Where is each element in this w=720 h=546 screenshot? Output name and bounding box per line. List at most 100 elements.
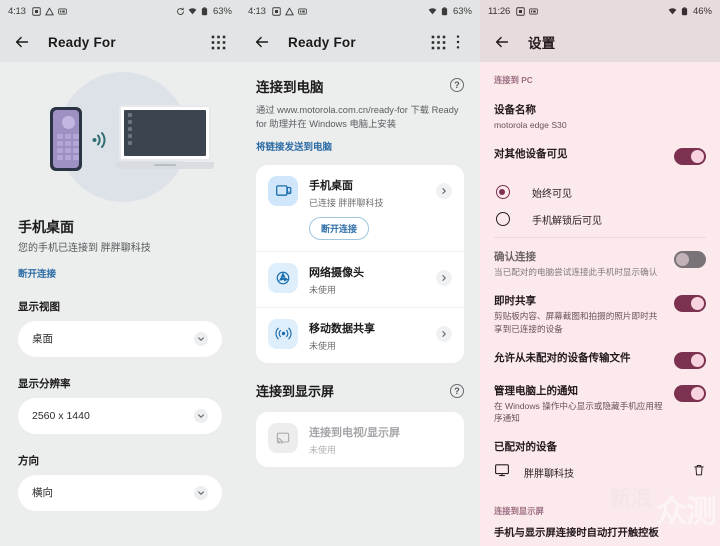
sim-icon [516, 6, 525, 16]
manage-notifications-toggle[interactable] [674, 384, 706, 402]
disconnect-link[interactable]: 断开连接 [18, 266, 222, 280]
webcam-subtitle: 未使用 [309, 284, 337, 295]
settings-content: 连接到 PC 设备名称 motorola edge S30 对其他设备可见 始终… [480, 62, 720, 542]
sync-icon [177, 7, 184, 15]
connect-tv-text: 连接到电视/显示屏 未使用 [309, 423, 452, 456]
left-subtitle: 您的手机已连接到 胖胖聊科技 [18, 243, 151, 254]
radio-option-always-visible[interactable]: 始终可见 [494, 179, 706, 206]
allow-unpaired-text: 允许从未配对的设备传输文件 [494, 350, 674, 365]
display-section-title: 连接到显示屏 [256, 383, 335, 399]
send-link-to-pc-link[interactable]: 将链接发送到电脑 [256, 139, 464, 153]
page-title: Ready For [288, 34, 356, 50]
radio-selected-icon [496, 185, 510, 200]
display-resolution-label: 显示分辨率 [18, 377, 71, 390]
chevron-right-icon [436, 325, 452, 342]
monitor-icon [494, 462, 510, 483]
instant-share-text: 即时共享 剪贴板内容、屏幕截图和拍摄的照片即时共享到已连接的设备 [494, 293, 674, 336]
pc-section-description: 通过 www.motorola.com.cn/ready-for 下载 Read… [256, 105, 459, 130]
scan-code-icon[interactable] [208, 32, 228, 52]
list-item-phone-desktop[interactable]: 手机桌面 已连接 胖胖聊科技 断开连接 [256, 165, 464, 251]
radio-label-visible-after-unlock: 手机解锁后可见 [532, 215, 602, 227]
visibility-text: 对其他设备可见 [494, 146, 674, 161]
display-connection-card: 连接到电视/显示屏 未使用 [256, 411, 464, 467]
list-item-connect-tv[interactable]: 连接到电视/显示屏 未使用 [256, 412, 464, 467]
connect-tv-title: 连接到电视/显示屏 [309, 426, 401, 439]
setting-auto-open-touchpad[interactable]: 手机与显示屏连接时自动打开触控板 [494, 526, 706, 542]
setting-visible-to-others[interactable]: 对其他设备可见 [494, 139, 706, 172]
confirm-connection-toggle[interactable] [674, 250, 706, 268]
right-app-bar: 设置 [480, 22, 720, 62]
webcam-title: 网络摄像头 [309, 266, 364, 279]
setting-manage-pc-notifications[interactable]: 管理电脑上的通知 在 Windows 操作中心显示或隐藏手机应用程序通知 [494, 376, 706, 433]
right-status-bar: 11:26 46% [480, 0, 720, 22]
setting-confirm-connection[interactable]: 确认连接 当已配对的电脑尝试连接此手机时显示确认 [494, 242, 706, 286]
list-item-webcam[interactable]: 网络摄像头 未使用 [256, 250, 464, 307]
manage-notifications-desc: 在 Windows 操作中心显示或隐藏手机应用程序通知 [494, 400, 663, 424]
left-phone-screen: 4:13 63% Ready For 手机桌面 您的手机已连接到 胖胖聊科技 断… [0, 0, 240, 546]
orientation-select[interactable]: 横向 [18, 474, 222, 511]
status-time: 4:13 [248, 5, 266, 17]
middle-phone-screen: 4:13 63% Ready For 连接到电脑 ? 通过 www.motoro… [240, 0, 480, 546]
cast-icon [268, 422, 298, 453]
illustration-content [20, 85, 220, 195]
allow-unpaired-toggle[interactable] [674, 351, 706, 369]
orientation-value: 横向 [32, 487, 53, 499]
visibility-options: 始终可见 手机解锁后可见 [494, 179, 706, 233]
battery-percent: 46% [692, 5, 712, 17]
battery-icon [441, 6, 448, 15]
instant-share-desc: 剪贴板内容、屏幕截图和拍摄的照片即时共享到已连接的设备 [494, 310, 658, 334]
confirm-connection-desc: 当已配对的电脑尝试连接此手机时显示确认 [494, 266, 658, 277]
divider [494, 236, 706, 238]
paired-device-name: 胖胖聊科技 [524, 469, 574, 481]
disconnect-button[interactable]: 断开连接 [309, 216, 370, 240]
back-icon[interactable] [492, 32, 512, 52]
laptop-graphic [116, 104, 214, 169]
overflow-menu-icon[interactable] [448, 32, 468, 52]
chevron-right-icon [436, 269, 452, 286]
chevron-down-icon [194, 408, 208, 423]
display-view-select[interactable]: 桌面 [18, 320, 222, 357]
radio-option-visible-after-unlock[interactable]: 手机解锁后可见 [494, 206, 706, 233]
vpn-icon [57, 8, 67, 14]
page-title: 设置 [528, 36, 556, 51]
setting-allow-unpaired-transfer[interactable]: 允许从未配对的设备传输文件 [494, 343, 706, 376]
toggle-knob [676, 252, 689, 266]
scan-code-icon[interactable] [428, 32, 448, 52]
device-name-label: 设备名称 [494, 104, 536, 116]
setting-instant-share[interactable]: 即时共享 剪贴板内容、屏幕截图和拍摄的照片即时共享到已连接的设备 [494, 286, 706, 343]
status-left-icons [516, 6, 538, 16]
vpn-icon [529, 8, 538, 14]
phone-app-grid [57, 133, 79, 160]
pc-connection-card: 手机桌面 已连接 胖胖聊科技 断开连接 网络摄像头 未使用 移动数据共享 未使用 [256, 164, 464, 363]
delete-icon[interactable] [692, 463, 706, 482]
toggle-knob [691, 296, 704, 310]
webcam-icon [268, 262, 298, 293]
paired-devices-header: 已配对的设备 [494, 432, 706, 454]
status-time: 11:26 [488, 5, 511, 17]
display-resolution-select[interactable]: 2560 x 1440 [18, 397, 222, 434]
vpn-icon [297, 8, 307, 14]
visibility-toggle[interactable] [674, 147, 706, 165]
connection-waves-icon [92, 131, 108, 154]
wifi-icon [668, 7, 677, 14]
paired-device-row[interactable]: 胖胖聊科技 [494, 454, 706, 489]
manage-notifications-text: 管理电脑上的通知 在 Windows 操作中心显示或隐藏手机应用程序通知 [494, 383, 674, 426]
phone-screen-graphic [53, 109, 79, 168]
middle-content: 连接到电脑 ? 通过 www.motorola.com.cn/ready-for… [240, 62, 480, 467]
instant-share-toggle[interactable] [674, 294, 706, 312]
confirm-connection-text: 确认连接 当已配对的电脑尝试连接此手机时显示确认 [494, 249, 674, 279]
list-item-mobile-data-share[interactable]: 移动数据共享 未使用 [256, 306, 464, 363]
orientation-label: 方向 [18, 454, 39, 467]
device-name-value: motorola edge S30 [494, 120, 567, 130]
back-icon[interactable] [12, 32, 32, 52]
back-icon[interactable] [252, 32, 272, 52]
three-screenshot-collage: 4:13 63% Ready For 手机桌面 您的手机已连接到 胖胖聊科技 断… [0, 0, 720, 546]
pc-section-header: 连接到电脑 ? [256, 76, 464, 96]
connect-tv-subtitle: 未使用 [309, 444, 337, 455]
webcam-text: 网络摄像头 未使用 [309, 263, 436, 296]
help-icon[interactable]: ? [450, 384, 464, 399]
help-icon[interactable]: ? [450, 78, 464, 92]
setting-device-name[interactable]: 设备名称 motorola edge S30 [494, 95, 706, 139]
category-connect-to-display: 连接到显示屏 [494, 506, 544, 517]
manage-notifications-label: 管理电脑上的通知 [494, 384, 578, 397]
